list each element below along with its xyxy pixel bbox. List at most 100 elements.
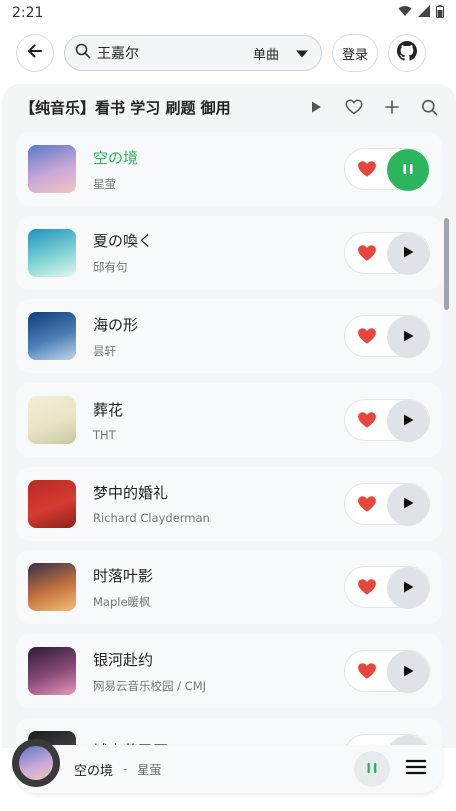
github-icon [397,41,417,65]
back-button[interactable] [16,34,54,72]
song-row[interactable]: 空の境 星萤 [16,132,442,206]
playlist-menu-button[interactable] [398,751,434,787]
battery-icon [436,4,444,22]
play-button[interactable] [387,651,429,694]
song-controls [344,148,430,191]
song-row[interactable]: 葬花 THT [16,383,442,458]
song-title: 银河赴约 [93,650,154,669]
heart-icon[interactable] [345,244,389,262]
search-icon [75,43,91,63]
song-artist: THT [93,427,116,442]
arrow-left-icon [26,42,44,64]
song-meta: 海の形 昙轩 [93,314,344,359]
play-button[interactable] [387,232,429,275]
song-meta: 梦中的婚礼 Richard Clayderman [93,482,344,525]
cover-art [19,746,53,780]
song-controls [344,650,430,694]
play-button[interactable] [387,483,429,526]
play-button[interactable] [387,400,429,443]
pause-button[interactable] [354,751,390,787]
now-playing-bar[interactable]: 空の境 - 星萤 [12,739,442,793]
song-cover [28,312,76,361]
song-meta: 银河赴约网易云音乐校园 / CMJ [93,649,344,694]
song-meta: 空の境 星萤 [93,147,344,192]
status-time: 2:21 [12,5,44,21]
search-bar[interactable]: 王嘉尔 单曲 [64,35,322,71]
search-type-select[interactable]: 单曲 [253,44,279,63]
caret-down-icon[interactable] [295,44,309,63]
search-input[interactable]: 王嘉尔 [97,43,247,63]
song-title: 时落叶影 [93,566,154,585]
signal-icon [418,5,430,21]
song-title: 空の境 [93,148,139,167]
song-row[interactable]: 银河赴约网易云音乐校园 / CMJ [16,634,442,709]
now-playing-cover[interactable] [12,739,60,787]
playlist-header: 【纯音乐】看书 学习 刷题 御用 [2,84,456,130]
song-row[interactable]: 海の形 昙轩 [16,299,442,374]
playlist-actions [309,99,438,116]
song-row[interactable]: 梦中的婚礼 Richard Clayderman [16,466,442,541]
now-playing-separator: - [123,762,128,776]
heart-outline-icon[interactable] [345,99,363,115]
song-artist: 网易云音乐校园 / CMJ [93,678,207,693]
github-button[interactable] [388,34,426,72]
search-icon[interactable] [421,99,438,116]
header: 王嘉尔 单曲 登录 [0,26,456,80]
now-playing-title: 空の境 [74,763,114,779]
song-title: 梦中的婚礼 [93,484,169,503]
song-cover [28,563,76,612]
heart-icon[interactable] [345,411,389,429]
song-title: 葬花 [93,400,124,419]
status-icons [398,4,444,22]
song-cover [28,479,76,528]
song-cover [28,145,76,193]
heart-icon[interactable] [345,327,389,345]
pause-icon [401,161,415,180]
play-icon [401,579,415,598]
scrollbar[interactable] [444,218,449,310]
song-artist: 邱有句 [93,260,128,275]
song-cover [28,228,76,277]
now-playing-artist: 星萤 [137,762,162,777]
pause-button[interactable] [387,149,429,191]
song-title: 夏の喚く [93,232,154,251]
song-artist: Richard Clayderman [93,511,210,526]
song-list: 空の境星萤夏の喚く邱有句海の形昙轩葬花 THT 梦中的婚礼 Richard Clayd… [16,132,442,748]
play-icon [401,663,415,682]
song-artist: 星萤 [93,176,116,191]
song-controls [344,399,430,443]
heart-icon[interactable] [345,160,389,178]
status-bar: 2:21 [0,0,456,26]
song-row[interactable]: 夏の喚く 邱有句 [16,215,442,290]
song-controls [344,482,430,526]
plus-icon[interactable] [385,100,399,114]
playlist-panel: 【纯音乐】看书 学习 刷题 御用 空の境星萤夏の喚く邱有句海の形昙轩葬花 THT 梦… [2,84,456,748]
play-button[interactable] [387,316,429,359]
play-icon [401,412,415,431]
song-controls [344,566,430,610]
play-icon [401,244,415,263]
play-all-icon[interactable] [309,100,323,114]
song-controls [344,231,430,275]
heart-icon[interactable] [345,495,389,513]
song-row[interactable]: 时落叶影 Maple暖枫 [16,550,442,625]
play-icon [401,328,415,347]
song-cover [28,647,76,696]
menu-icon [405,759,427,779]
playlist-title: 【纯音乐】看书 学习 刷题 御用 [20,98,231,117]
song-meta: 夏の喚く 邱有句 [93,230,344,275]
wifi-icon [398,5,412,21]
pause-icon [365,760,379,779]
song-meta: 葬花 THT [93,399,344,442]
song-row[interactable]: 城南花已开 [16,717,442,748]
song-controls [344,315,430,359]
song-artist: 昙轩 [93,343,116,358]
play-button[interactable] [387,567,429,610]
heart-icon[interactable] [345,578,389,596]
song-title: 海の形 [93,315,139,334]
song-artist: Maple暖枫 [93,594,151,609]
song-cover [28,396,76,445]
heart-icon[interactable] [345,662,389,680]
login-button[interactable]: 登录 [332,34,378,72]
play-icon [401,495,415,514]
